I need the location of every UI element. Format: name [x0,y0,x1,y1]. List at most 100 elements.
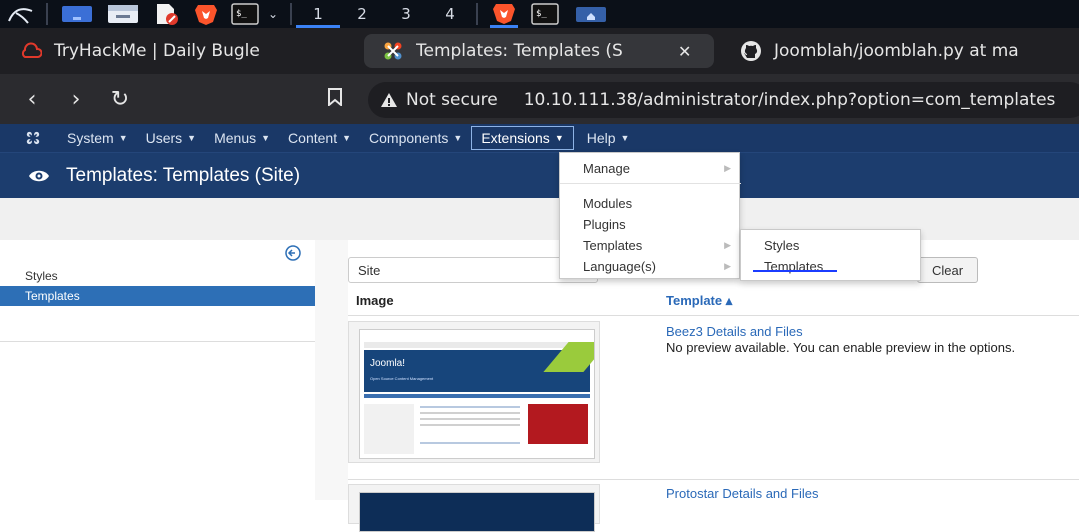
menu-item-label: Language(s) [583,258,656,274]
caret-down-icon: ▼ [118,133,128,143]
divider [348,479,1079,480]
text-editor-icon[interactable] [152,3,182,25]
divider [348,315,1079,316]
tab-github[interactable]: Joomblah/joomblah.py at ma [714,34,1054,68]
tryhackme-icon [20,42,42,60]
taskbar-separator [46,3,48,25]
back-icon[interactable]: ‹ [10,87,54,112]
menu-item-label: Templates [583,237,643,253]
menu-label: Components [369,130,449,146]
divider [0,341,315,342]
bookmark-icon[interactable] [313,87,357,111]
sidebar-item-label: Styles [25,269,58,283]
brave-window-icon[interactable] [490,0,519,28]
home-folder-icon[interactable] [574,3,608,25]
workspace-4[interactable]: 4 [428,0,472,28]
reload-icon[interactable]: ↻ [98,87,142,112]
svg-text:$_: $_ [236,9,247,19]
forward-icon[interactable]: › [54,87,98,112]
beez3-preview: Joomla! Open Source Content Management [359,329,595,459]
templates-submenu: Styles Templates [740,229,921,281]
page-title: Templates: Templates (Site) [66,164,301,186]
security-label[interactable]: Not secure [406,90,498,110]
menu-users[interactable]: Users ▼ [137,126,205,150]
protostar-preview [359,492,595,532]
caret-down-icon: ▼ [453,133,463,143]
taskbar-separator [476,3,479,25]
menu-item-manage[interactable]: Manage ▶ [560,158,741,178]
submenu-item-templates[interactable]: Templates [741,256,922,276]
sidebar-item-templates[interactable]: Templates [0,286,315,306]
workspace-1[interactable]: 1 [296,0,341,28]
tab-title: TryHackMe | Daily Bugle [54,41,260,61]
main-content: Site Clear Image Template ▴ Joomla! Open… [315,240,1079,532]
menu-label: Help [586,130,616,146]
menu-label: Users [145,130,183,146]
browser-tab-strip: TryHackMe | Daily Bugle Templates: Templ… [0,28,1079,74]
menu-item-languages[interactable]: Language(s) ▶ [560,256,741,276]
kali-menu-icon[interactable] [6,3,36,25]
menu-item-label: Manage [583,160,630,176]
menu-components[interactable]: Components ▼ [360,126,471,150]
brave-browser-icon[interactable] [192,3,220,25]
thumb-subtitle: Open Source Content Management [370,376,434,381]
svg-text:$_: $_ [536,9,547,19]
menu-help[interactable]: Help ▼ [578,126,639,150]
submenu-item-styles[interactable]: Styles [741,235,922,255]
column-header-template[interactable]: Template ▴ [666,293,732,309]
chevron-right-icon: ▶ [724,162,731,173]
page-header: Templates: Templates (Site) [0,152,1079,198]
filter-value: Site [358,262,381,278]
menu-label: Content [288,130,338,146]
clear-label: Clear [931,262,964,278]
column-header-image: Image [356,293,394,308]
file-manager-icon[interactable] [106,3,140,25]
terminal-icon[interactable]: $_ [230,3,260,25]
templates-panel: Site Clear Image Template ▴ Joomla! Open… [348,240,1079,532]
tab-title: Templates: Templates (S [416,41,623,61]
show-desktop-icon[interactable] [60,3,94,25]
url-text: 10.10.111.38/administrator/index.php?opt… [523,90,1056,110]
menu-content[interactable]: Content ▼ [279,126,360,150]
url-field[interactable]: Not secure 10.10.111.38/administrator/in… [368,82,1079,118]
chevron-right-icon: ▶ [724,260,731,271]
template-link-beez3[interactable]: Beez3 Details and Files [666,324,803,339]
caret-down-icon: ▼ [342,133,352,143]
thumb-brand: Joomla! [370,358,406,369]
workspace-2[interactable]: 2 [340,0,384,28]
menu-menus[interactable]: Menus ▼ [205,126,279,150]
caret-down-icon: ▼ [620,133,630,143]
tab-title: Joomblah/joomblah.py at ma [774,41,1019,61]
menu-item-plugins[interactable]: Plugins [560,214,741,234]
warning-icon[interactable] [380,92,398,108]
menu-label: Menus [214,130,257,146]
caret-down-icon: ▼ [187,133,197,143]
divider [560,183,741,184]
sidebar-item-styles[interactable]: Styles [0,266,315,286]
menu-item-label: Modules [583,195,633,211]
clear-button[interactable]: Clear [917,257,978,283]
menu-system[interactable]: System ▼ [58,126,137,150]
template-link-protostar[interactable]: Protostar Details and Files [666,486,818,501]
chevron-down-icon[interactable]: ⌄ [268,3,278,25]
template-thumbnail[interactable] [348,484,600,532]
menu-item-templates[interactable]: Templates ▶ [560,235,741,255]
menu-item-modules[interactable]: Modules [560,193,741,213]
workspace-3[interactable]: 3 [384,0,428,28]
terminal-window-icon[interactable]: $_ [530,3,560,25]
joomla-logo-icon[interactable] [14,130,52,146]
tab-templates[interactable]: Templates: Templates (S ✕ [364,34,714,68]
taskbar: $_ ⌄ 1 2 3 4 $_ [0,0,1079,28]
extensions-dropdown-menu: Manage ▶ Modules Plugins Templates ▶ Lan… [559,152,741,279]
menu-extensions[interactable]: Extensions ▼ [471,126,574,150]
github-icon [740,40,762,62]
sidebar-item-label: Templates [25,289,80,303]
menu-label: Extensions [481,130,550,146]
menu-item-label: Plugins [583,216,626,232]
close-tab-icon[interactable]: ✕ [678,42,691,61]
tab-tryhackme[interactable]: TryHackMe | Daily Bugle [0,34,350,68]
caret-down-icon: ▼ [261,133,271,143]
template-thumbnail[interactable]: Joomla! Open Source Content Management [348,321,600,463]
joomla-admin-menubar: System ▼ Users ▼ Menus ▼ Content ▼ Component… [0,124,1079,152]
collapse-sidebar-icon[interactable] [285,245,301,266]
